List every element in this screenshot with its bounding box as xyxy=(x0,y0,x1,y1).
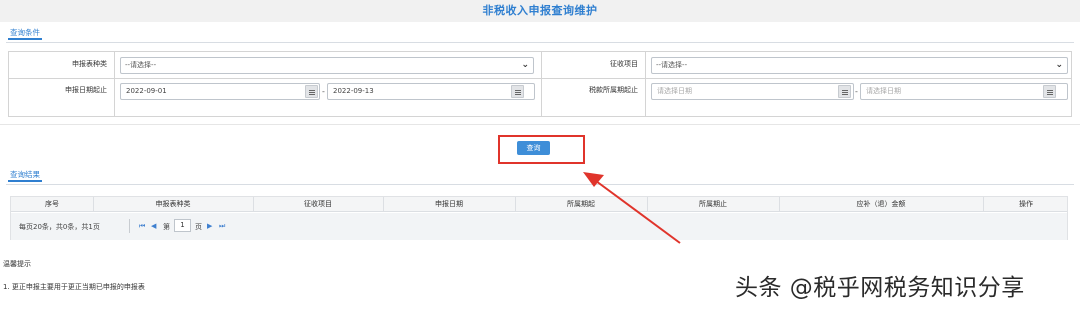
tips-item: 1. 更正申报主要用于更正当期已申报的申报表 xyxy=(3,283,145,291)
page-number-input[interactable]: 1 xyxy=(174,219,191,232)
next-page-icon[interactable]: ▶ xyxy=(207,222,212,230)
column-header: 申报日期 xyxy=(435,200,463,208)
title-bar: 非税收入申报查询维护 xyxy=(0,0,1080,22)
collection-item-value: --请选择-- xyxy=(656,61,688,69)
tips-title: 温馨提示 xyxy=(3,260,31,268)
pagination-bar: 每页20条，共0条，共1页 ⏮ ◀ 第 1 页 ▶ ⏭ xyxy=(11,213,1067,240)
report-date-start-input[interactable]: 2022-09-01 xyxy=(120,83,320,100)
table-header: 序号 申报表种类 征收项目 申报日期 所属期起 所属期止 应补（退）金额 操作 xyxy=(11,197,1067,212)
report-type-value: --请选择-- xyxy=(125,61,157,69)
column-header: 申报表种类 xyxy=(155,200,191,208)
page-prefix: 第 xyxy=(163,223,170,231)
date-separator: - xyxy=(322,87,325,96)
tax-period-start-input[interactable]: 请选择日期 xyxy=(651,83,854,100)
first-page-icon[interactable]: ⏮ xyxy=(139,222,145,231)
divider xyxy=(645,52,646,116)
prev-page-icon[interactable]: ◀ xyxy=(151,222,156,230)
pagination-summary: 每页20条，共0条，共1页 xyxy=(19,223,100,231)
page-suffix: 页 xyxy=(195,223,202,231)
divider xyxy=(114,52,115,116)
column-header: 操作 xyxy=(1019,200,1033,208)
column-header: 所属期起 xyxy=(567,200,595,208)
divider xyxy=(6,42,1074,43)
divider xyxy=(9,78,1071,79)
calendar-icon[interactable] xyxy=(305,85,318,98)
query-form: 申报表种类 --请选择-- ⌄ 征收项目 --请选择-- ⌄ 申报日期起止 20… xyxy=(8,51,1072,117)
tax-period-end-input[interactable]: 请选择日期 xyxy=(860,83,1068,100)
divider xyxy=(541,52,542,116)
tab-query-conditions[interactable]: 查询条件 xyxy=(8,26,42,40)
last-page-icon[interactable]: ⏭ xyxy=(219,222,225,231)
divider xyxy=(129,219,130,233)
watermark: 头条 @税乎网税务知识分享 xyxy=(735,275,1025,301)
report-date-end-input[interactable]: 2022-09-13 xyxy=(327,83,535,100)
divider xyxy=(0,124,1080,125)
page-title: 非税收入申报查询维护 xyxy=(482,4,598,17)
calendar-icon[interactable] xyxy=(1043,85,1056,98)
column-header: 序号 xyxy=(45,200,59,208)
column-header: 所属期止 xyxy=(699,200,727,208)
highlight-box xyxy=(498,135,585,164)
tab-query-results[interactable]: 查询结果 xyxy=(8,168,42,182)
tax-period-label: 税款所属期起止 xyxy=(589,86,638,94)
column-header: 征收项目 xyxy=(304,200,332,208)
collection-item-label: 征收项目 xyxy=(610,60,638,68)
calendar-icon[interactable] xyxy=(511,85,524,98)
results-table: 序号 申报表种类 征收项目 申报日期 所属期起 所属期止 应补（退）金额 操作 … xyxy=(10,196,1068,240)
divider xyxy=(6,184,1074,185)
report-date-label: 申报日期起止 xyxy=(65,86,107,94)
report-type-label: 申报表种类 xyxy=(72,60,107,68)
collection-item-select[interactable]: --请选择-- ⌄ xyxy=(651,57,1068,74)
date-separator: - xyxy=(855,87,858,96)
calendar-icon[interactable] xyxy=(838,85,851,98)
report-type-select[interactable]: --请选择-- ⌄ xyxy=(120,57,534,74)
column-header: 应补（退）金额 xyxy=(856,200,906,208)
chevron-down-icon: ⌄ xyxy=(521,60,529,70)
chevron-down-icon: ⌄ xyxy=(1055,60,1063,70)
